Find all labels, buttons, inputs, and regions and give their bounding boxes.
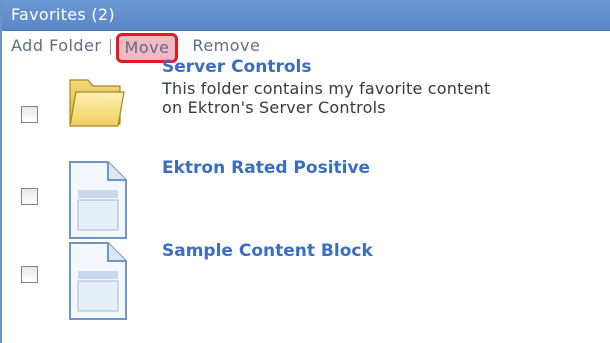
add-folder-link[interactable]: Add Folder xyxy=(11,36,102,55)
panel-title: Favorites (2) xyxy=(2,0,610,31)
item-checkbox[interactable] xyxy=(21,266,38,283)
list-item: Sample Content Block xyxy=(2,235,608,330)
toolbar-separator xyxy=(109,38,111,55)
item-description: This folder contains my favorite content… xyxy=(162,79,602,117)
favorites-panel: Favorites (2) Add Folder Move Remove Ser… xyxy=(0,0,610,343)
item-checkbox[interactable] xyxy=(21,188,38,205)
item-title-link[interactable]: Server Controls xyxy=(162,57,311,77)
item-title-link[interactable]: Sample Content Block xyxy=(162,241,373,261)
remove-link[interactable]: Remove xyxy=(192,36,260,55)
document-icon xyxy=(66,160,130,244)
item-description-line: This folder contains my favorite content xyxy=(162,79,491,98)
item-title-link[interactable]: Ektron Rated Positive xyxy=(162,158,370,178)
folder-icon xyxy=(66,72,126,134)
item-checkbox[interactable] xyxy=(21,106,38,123)
document-icon xyxy=(66,241,130,325)
list-item: Server Controls This folder contains my … xyxy=(2,57,608,150)
item-description-line: on Ektron's Server Controls xyxy=(162,98,386,117)
list-item: Ektron Rated Positive xyxy=(2,150,608,240)
